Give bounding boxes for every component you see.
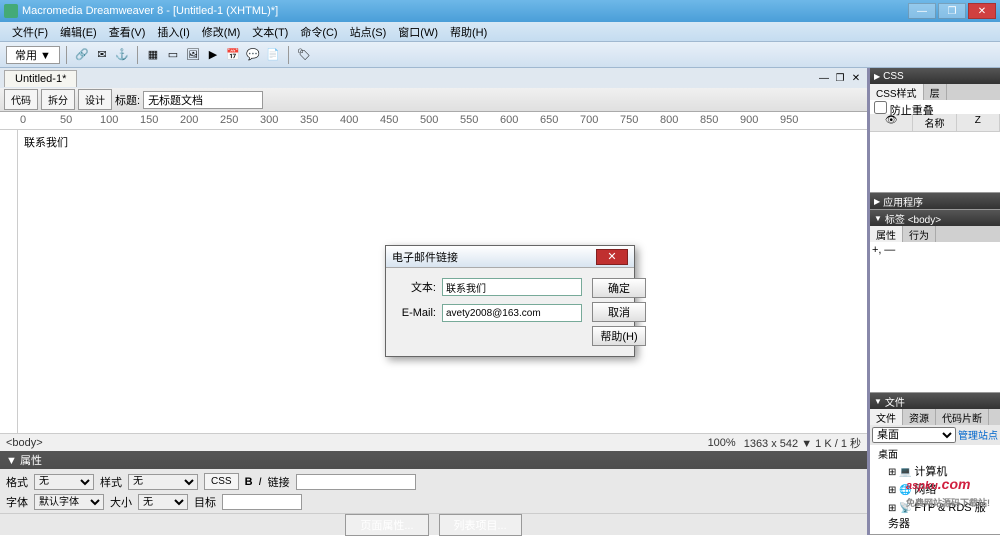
comment-icon[interactable]: 💬 [244, 46, 262, 64]
toolbar-category-dropdown[interactable]: 常用 ▼ [6, 46, 60, 64]
layers-tab[interactable]: 层 [924, 84, 947, 100]
canvas-text[interactable]: 联系我们 [24, 137, 68, 149]
font-label: 字体 [6, 494, 28, 510]
view-split-button[interactable]: 拆分 [41, 89, 75, 110]
doc-title-input[interactable] [143, 91, 263, 109]
status-bar: <body> 100% 1363 x 542 ▼ 1 K / 1 秒 [0, 433, 867, 451]
behaviors-tab[interactable]: 行为 [903, 226, 936, 242]
dialog-help-button[interactable]: 帮助(H) [592, 326, 646, 346]
insert-toolbar: 常用 ▼ 🔗 ✉ ⚓ ▦ ▭ 🖼 ▶ 📅 💬 📄 🏷 [0, 42, 1000, 68]
menu-insert[interactable]: 插入(I) [151, 22, 195, 42]
maximize-button[interactable]: ❐ [938, 3, 966, 19]
menu-command[interactable]: 命令(C) [294, 22, 343, 42]
table-icon[interactable]: ▦ [144, 46, 162, 64]
assets-tab[interactable]: 资源 [903, 409, 936, 425]
style-label: 样式 [100, 474, 122, 490]
site-dropdown[interactable]: 桌面 [872, 427, 956, 443]
menu-help[interactable]: 帮助(H) [444, 22, 493, 42]
prevent-overlap-checkbox[interactable] [874, 101, 887, 114]
watermark: aspku.com 免费网站源码下载站! [906, 468, 990, 509]
document-tab[interactable]: Untitled-1* [4, 70, 77, 87]
email-link-icon[interactable]: ✉ [93, 46, 111, 64]
image-icon[interactable]: 🖼 [184, 46, 202, 64]
dialog-title: 电子邮件链接 [392, 249, 458, 265]
menu-modify[interactable]: 修改(M) [196, 22, 247, 42]
window-title: Macromedia Dreamweaver 8 - [Untitled-1 (… [22, 5, 908, 17]
menu-window[interactable]: 窗口(W) [392, 22, 444, 42]
dialog-email-input[interactable] [442, 304, 582, 322]
tag-panel-header[interactable]: ▼标签 <body> [870, 210, 1000, 226]
dialog-text-input[interactable] [442, 278, 582, 296]
doc-minimize-icon[interactable]: — [817, 71, 831, 85]
menu-edit[interactable]: 编辑(E) [54, 22, 103, 42]
snippets-tab[interactable]: 代码片断 [936, 409, 989, 425]
email-link-dialog: 电子邮件链接 ✕ 文本: E-Mail: 确定 取消 帮助(H) [385, 245, 635, 357]
right-panel-group: ▶▶ CSSCSS CSS样式 层 防止重叠 👁 名称 Z ▶应用程序 ▼标签 … [870, 68, 1000, 535]
view-code-button[interactable]: 代码 [4, 89, 38, 110]
tag-icon[interactable]: 🏷 [295, 46, 313, 64]
format-label: 格式 [6, 474, 28, 490]
media-icon[interactable]: ▶ [204, 46, 222, 64]
div-icon[interactable]: ▭ [164, 46, 182, 64]
dialog-text-label: 文本: [396, 279, 436, 295]
css-styles-tab[interactable]: CSS样式 [870, 84, 924, 100]
remove-behavior-icon[interactable]: — [884, 244, 895, 256]
format-select[interactable]: 无 [34, 474, 94, 490]
dialog-ok-button[interactable]: 确定 [592, 278, 646, 298]
menu-site[interactable]: 站点(S) [344, 22, 393, 42]
horizontal-ruler: 0501001502002503003504004505005506006507… [0, 112, 867, 130]
bold-button[interactable]: B [245, 476, 253, 488]
css-panel-header[interactable]: ▶▶ CSSCSS [870, 68, 1000, 84]
font-select[interactable]: 默认字体 [34, 494, 104, 510]
titlebar: Macromedia Dreamweaver 8 - [Untitled-1 (… [0, 0, 1000, 22]
col-name: 名称 [913, 114, 956, 131]
css-button[interactable]: CSS [204, 473, 239, 490]
dialog-close-button[interactable]: ✕ [596, 249, 628, 265]
tag-selector[interactable]: <body> [6, 437, 43, 449]
window-size[interactable]: 1363 x 542 ▼ 1 K / 1 秒 [744, 435, 861, 451]
dialog-cancel-button[interactable]: 取消 [592, 302, 646, 322]
target-label: 目标 [194, 494, 216, 510]
properties-header[interactable]: ▼ 属性 [0, 451, 867, 469]
date-icon[interactable]: 📅 [224, 46, 242, 64]
link-input[interactable] [296, 474, 416, 490]
document-toolbar: 代码 拆分 设计 标题: [0, 88, 867, 112]
template-icon[interactable]: 📄 [264, 46, 282, 64]
files-tab[interactable]: 文件 [870, 409, 903, 425]
application-panel-header[interactable]: ▶应用程序 [870, 193, 1000, 209]
minimize-button[interactable]: — [908, 3, 936, 19]
italic-button[interactable]: I [259, 476, 262, 488]
document-tab-row: Untitled-1* — ❐ ✕ [0, 68, 867, 88]
target-input[interactable] [222, 494, 302, 510]
menu-view[interactable]: 查看(V) [103, 22, 152, 42]
vertical-ruler [0, 130, 18, 433]
app-icon [4, 4, 18, 18]
add-behavior-icon[interactable]: +, [872, 244, 881, 256]
page-properties-button[interactable]: 页面属性... [345, 514, 428, 536]
anchor-icon[interactable]: ⚓ [113, 46, 131, 64]
close-button[interactable]: ✕ [968, 3, 996, 19]
view-design-button[interactable]: 设计 [78, 89, 112, 110]
menu-text[interactable]: 文本(T) [246, 22, 294, 42]
zoom-value[interactable]: 100% [708, 437, 736, 449]
properties-panel: ▼ 属性 格式 无 样式 无 CSS B I 链接 字体 默认字体 大小 [0, 451, 867, 535]
list-item-button[interactable]: 列表项目... [439, 514, 522, 536]
doc-title-label: 标题: [115, 92, 140, 108]
col-z: Z [957, 114, 1000, 131]
size-label: 大小 [110, 494, 132, 510]
menubar: 文件(F) 编辑(E) 查看(V) 插入(I) 修改(M) 文本(T) 命令(C… [0, 22, 1000, 42]
dialog-email-label: E-Mail: [396, 307, 436, 319]
doc-restore-icon[interactable]: ❐ [833, 71, 847, 85]
hyperlink-icon[interactable]: 🔗 [73, 46, 91, 64]
tree-desktop[interactable]: 桌面 [870, 445, 1000, 462]
files-panel-header[interactable]: ▼文件 [870, 393, 1000, 409]
attributes-tab[interactable]: 属性 [870, 226, 903, 242]
prevent-overlap-row: 防止重叠 [870, 100, 1000, 114]
style-select[interactable]: 无 [128, 474, 198, 490]
size-select[interactable]: 无 [138, 494, 188, 510]
doc-close-icon[interactable]: ✕ [849, 71, 863, 85]
menu-file[interactable]: 文件(F) [6, 22, 54, 42]
manage-sites-link[interactable]: 管理站点 [958, 427, 998, 443]
link-label: 链接 [268, 474, 290, 490]
